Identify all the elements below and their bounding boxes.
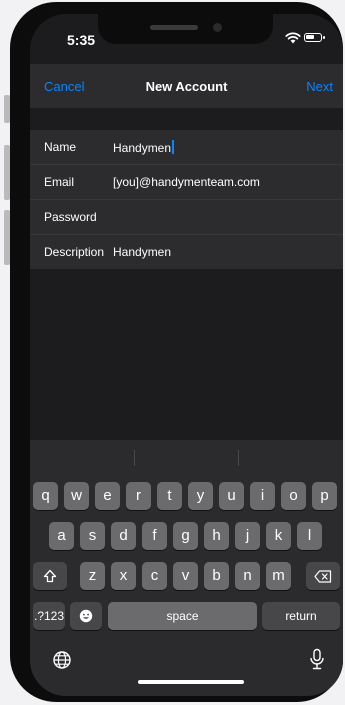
key-r[interactable]: r bbox=[126, 482, 151, 510]
battery-icon bbox=[304, 33, 325, 42]
status-bar: 5:35 bbox=[30, 14, 343, 58]
password-field[interactable] bbox=[113, 210, 313, 224]
key-i[interactable]: i bbox=[250, 482, 275, 510]
key-h[interactable]: h bbox=[204, 522, 229, 550]
key-m[interactable]: m bbox=[266, 562, 291, 590]
wifi-icon bbox=[285, 32, 301, 44]
password-label: Password bbox=[44, 210, 97, 224]
key-a[interactable]: a bbox=[49, 522, 74, 550]
key-f[interactable]: f bbox=[142, 522, 167, 550]
suggestion-divider bbox=[134, 450, 135, 466]
name-label: Name bbox=[44, 140, 77, 154]
key-x[interactable]: x bbox=[111, 562, 136, 590]
globe-icon bbox=[53, 651, 71, 669]
home-indicator[interactable] bbox=[138, 680, 244, 684]
key-u[interactable]: u bbox=[219, 482, 244, 510]
description-field[interactable]: Handymen bbox=[113, 245, 171, 259]
account-form: Name Handymen Email [you]@handymenteam.c… bbox=[30, 130, 343, 269]
emoji-key[interactable] bbox=[70, 602, 102, 630]
description-label: Description bbox=[44, 245, 105, 259]
name-field[interactable]: Handymen bbox=[113, 140, 175, 155]
key-t[interactable]: t bbox=[157, 482, 182, 510]
keyboard: q w e r t y u i o p a s d f g h j k l z … bbox=[30, 440, 343, 696]
phone-frame: 5:35 Cancel New Account Next Name Handym… bbox=[10, 2, 343, 702]
text-cursor bbox=[172, 140, 175, 154]
password-row: Password bbox=[30, 200, 343, 235]
key-n[interactable]: n bbox=[235, 562, 260, 590]
key-l[interactable]: l bbox=[297, 522, 322, 550]
key-d[interactable]: d bbox=[111, 522, 136, 550]
dictation-key[interactable] bbox=[308, 648, 326, 670]
email-field[interactable]: [you]@handymenteam.com bbox=[113, 175, 260, 189]
side-button-volume-down bbox=[4, 210, 10, 265]
next-button[interactable]: Next bbox=[306, 79, 333, 94]
microphone-icon bbox=[310, 648, 324, 670]
key-y[interactable]: y bbox=[188, 482, 213, 510]
email-row: Email [you]@handymenteam.com bbox=[30, 165, 343, 200]
shift-icon bbox=[43, 569, 57, 583]
nav-bar: Cancel New Account Next bbox=[30, 64, 343, 108]
name-row: Name Handymen bbox=[30, 130, 343, 165]
key-s[interactable]: s bbox=[80, 522, 105, 550]
key-c[interactable]: c bbox=[142, 562, 167, 590]
delete-key[interactable] bbox=[306, 562, 340, 590]
key-g[interactable]: g bbox=[173, 522, 198, 550]
side-button-volume-up bbox=[4, 145, 10, 200]
return-key[interactable]: return bbox=[262, 602, 340, 630]
page-title: New Account bbox=[145, 79, 228, 94]
key-q[interactable]: q bbox=[33, 482, 58, 510]
description-row: Description Handymen bbox=[30, 235, 343, 269]
status-time: 5:35 bbox=[67, 32, 96, 48]
key-k[interactable]: k bbox=[266, 522, 291, 550]
side-button-mute bbox=[4, 95, 10, 123]
globe-key[interactable] bbox=[52, 650, 72, 670]
key-e[interactable]: e bbox=[95, 482, 120, 510]
key-z[interactable]: z bbox=[80, 562, 105, 590]
key-o[interactable]: o bbox=[281, 482, 306, 510]
shift-key[interactable] bbox=[33, 562, 67, 590]
camera bbox=[213, 23, 222, 32]
speaker bbox=[150, 25, 198, 30]
numbers-key[interactable]: .?123 bbox=[33, 602, 65, 630]
suggestion-bar bbox=[30, 440, 343, 476]
key-p[interactable]: p bbox=[312, 482, 337, 510]
suggestion-divider bbox=[238, 450, 239, 466]
key-v[interactable]: v bbox=[173, 562, 198, 590]
key-w[interactable]: w bbox=[64, 482, 89, 510]
notch bbox=[98, 14, 273, 44]
email-label: Email bbox=[44, 175, 75, 189]
space-key[interactable]: space bbox=[108, 602, 257, 630]
name-value: Handymen bbox=[113, 141, 172, 155]
delete-icon bbox=[314, 569, 332, 583]
emoji-icon bbox=[79, 609, 93, 623]
key-j[interactable]: j bbox=[235, 522, 260, 550]
key-b[interactable]: b bbox=[204, 562, 229, 590]
screen: 5:35 Cancel New Account Next Name Handym… bbox=[30, 14, 343, 696]
